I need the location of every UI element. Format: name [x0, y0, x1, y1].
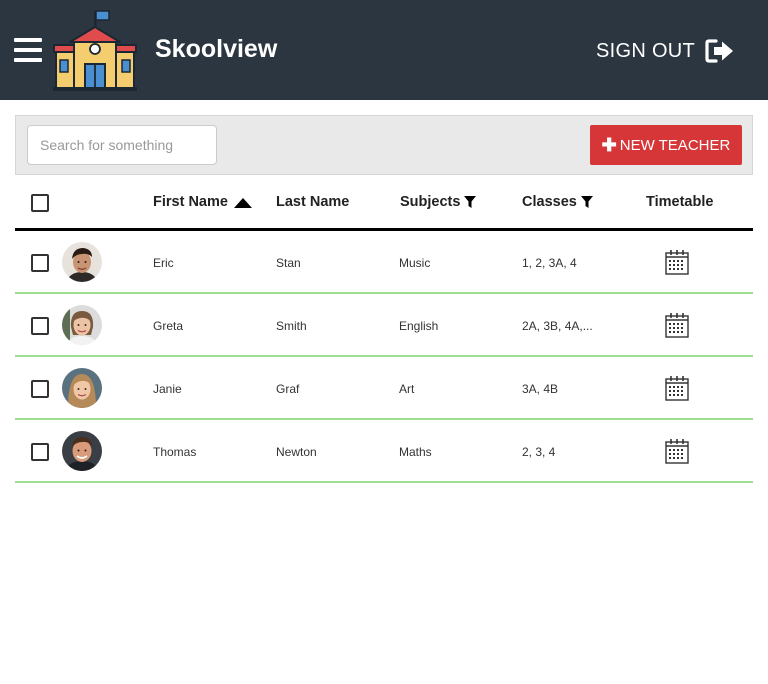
avatar-greta — [62, 305, 102, 345]
last-name-cell: Stan — [276, 256, 301, 270]
table-row[interactable]: Thomas Newton Maths 2, 3, 4 — [15, 420, 753, 483]
calendar-icon[interactable] — [665, 375, 689, 401]
filter-icon[interactable] — [580, 196, 593, 208]
column-subjects[interactable]: Subjects — [400, 194, 477, 210]
table-row[interactable]: Greta Smith English 2A, 3B, 4A,... — [15, 294, 753, 357]
first-name-cell: Janie — [153, 382, 182, 396]
classes-cell: 2, 3, 4 — [522, 445, 556, 459]
menu-icon[interactable] — [14, 38, 42, 62]
column-subjects-label: Subjects — [400, 194, 461, 210]
teachers-table: First Name Last Name Subjects Classes Ti… — [15, 175, 753, 483]
toolbar: ✚ NEW TEACHER — [15, 115, 753, 175]
select-all-checkbox[interactable] — [31, 194, 49, 212]
column-last-name[interactable]: Last Name — [276, 194, 349, 210]
plus-icon: ✚ — [601, 135, 617, 155]
app-title: Skoolview — [155, 35, 278, 63]
first-name-cell: Greta — [153, 319, 184, 333]
school-logo — [53, 10, 137, 91]
column-timetable: Timetable — [646, 194, 713, 210]
last-name-cell: Graf — [276, 382, 300, 396]
row-checkbox[interactable] — [31, 443, 49, 461]
classes-cell: 1, 2, 3A, 4 — [522, 256, 577, 270]
avatar-thomas — [62, 431, 102, 471]
new-teacher-label: NEW TEACHER — [619, 136, 731, 154]
last-name-cell: Newton — [276, 445, 317, 459]
row-checkbox[interactable] — [31, 317, 49, 335]
avatar-eric — [62, 242, 102, 282]
search-input[interactable] — [27, 125, 217, 165]
row-checkbox[interactable] — [31, 254, 49, 272]
new-teacher-button[interactable]: ✚ NEW TEACHER — [590, 125, 742, 165]
sort-ascending-icon[interactable] — [233, 197, 252, 208]
subjects-cell: Music — [399, 256, 431, 270]
filter-icon[interactable] — [464, 196, 477, 208]
row-checkbox[interactable] — [31, 380, 49, 398]
column-last-name-label: Last Name — [276, 194, 350, 210]
calendar-icon[interactable] — [665, 438, 689, 464]
classes-cell: 3A, 4B — [522, 382, 559, 396]
table-header: First Name Last Name Subjects Classes Ti… — [15, 175, 753, 231]
calendar-icon[interactable] — [665, 249, 689, 275]
sign-out-button[interactable]: SIGN OUT — [596, 38, 735, 64]
app-header: Skoolview SIGN OUT — [0, 0, 768, 100]
sign-out-icon — [705, 39, 734, 63]
subjects-cell: English — [399, 319, 439, 333]
sign-out-label: SIGN OUT — [596, 39, 696, 62]
column-first-name[interactable]: First Name — [153, 194, 252, 210]
column-first-name-label: First Name — [153, 194, 228, 210]
subjects-cell: Maths — [399, 445, 432, 459]
table-row[interactable]: Janie Graf Art 3A, 4B — [15, 357, 753, 420]
first-name-cell: Eric — [153, 256, 174, 270]
table-row[interactable]: Eric Stan Music 1, 2, 3A, 4 — [15, 231, 753, 294]
column-timetable-label: Timetable — [646, 194, 714, 210]
first-name-cell: Thomas — [153, 445, 197, 459]
last-name-cell: Smith — [276, 319, 307, 333]
classes-cell: 2A, 3B, 4A,... — [522, 319, 593, 333]
column-classes[interactable]: Classes — [522, 194, 593, 210]
avatar-janie — [62, 368, 102, 408]
subjects-cell: Art — [399, 382, 415, 396]
column-classes-label: Classes — [522, 194, 577, 210]
calendar-icon[interactable] — [665, 312, 689, 338]
